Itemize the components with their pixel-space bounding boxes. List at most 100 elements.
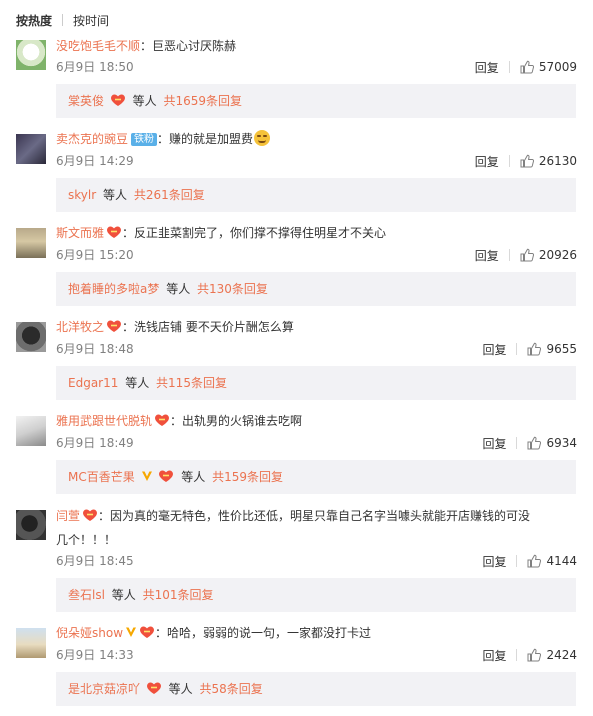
like-count: 20926 [538,248,577,262]
reply-total-link[interactable]: 共261条回复 [134,188,205,202]
username-link[interactable]: 闫萱 [56,509,80,523]
gold-v-icon [141,461,153,481]
timestamp: 6月9日 14:29 [56,154,134,168]
reply-preview[interactable]: 是北京菇凉吖 等人 共58条回复 [56,672,576,706]
reply-button[interactable]: 回复 [482,647,506,664]
sort-by-time-tab[interactable]: 按时间 [73,12,109,29]
comment-line: 北洋牧之 ：洗钱店铺 要不天价片酬怎么算 [56,318,294,336]
reply-username-link[interactable]: Edgar11 [68,376,118,390]
thumb-up-icon [527,342,542,356]
reply-preview[interactable]: skylr 等人 共261条回复 [56,178,576,212]
reply-total-link[interactable]: 共101条回复 [143,588,214,602]
reply-others-text: 等人 [166,282,191,296]
sort-divider [62,14,64,26]
reply-preview[interactable]: MC百香芒果 等人 共159条回复 [56,460,576,494]
like-count: 2424 [546,648,577,662]
avatar[interactable] [16,322,46,352]
reply-button[interactable]: 回复 [475,247,499,264]
like-button[interactable]: 26130 [520,154,577,168]
comment-text: 出轨男的火锅谁去吃啊 [182,414,303,428]
avatar[interactable] [16,228,46,258]
heart-badge-icon [106,319,122,333]
username-link[interactable]: 没吃饱毛毛不顺 [56,39,140,53]
username-link[interactable]: 北洋牧之 [56,320,104,334]
reply-total-link[interactable]: 共159条回复 [212,470,283,484]
comment-meta: 6月9日 15:20 回复 20926 [56,246,577,264]
username-link[interactable]: 雅用武跟世代脱轨 [56,414,152,428]
thumb-up-icon [527,648,542,662]
heart-badge-icon [154,413,170,427]
reply-preview[interactable]: 叁石lsl 等人 共101条回复 [56,578,576,612]
reply-total-link[interactable]: 共1659条回复 [164,94,243,108]
reply-total-link[interactable]: 共130条回复 [197,282,268,296]
comment-text: 洗钱店铺 要不天价片酬怎么算 [134,320,294,334]
avatar[interactable] [16,134,46,164]
reply-username-link[interactable]: 棠英俊 [68,94,104,108]
reply-button[interactable]: 回复 [482,341,506,358]
comment-text: 哈哈，弱弱的说一句，一家都没打卡过 [167,626,372,640]
heart-badge-icon [146,681,162,695]
action-divider [516,555,518,567]
timestamp: 6月9日 18:45 [56,554,134,568]
reply-button[interactable]: 回复 [475,59,499,76]
colon-text: ： [122,226,135,240]
colon-text: ： [122,320,135,334]
reply-preview[interactable]: 抱着睡的多啦a梦 等人 共130条回复 [56,272,576,306]
reply-username-link[interactable]: MC百香芒果 [68,470,135,484]
comment-line: 倪朵娅show ：哈哈，弱弱的说一句，一家都没打卡过 [56,624,371,642]
comment-line: 斯文而雅 ：反正韭菜割完了，你们撑不撑得住明星才不关心 [56,224,386,242]
like-count: 26130 [538,154,577,168]
comment-actions: 回复 9655 [482,340,577,358]
heart-badge-icon [110,93,126,107]
comment-actions: 回复 2424 [482,646,577,664]
avatar[interactable] [16,416,46,446]
thumb-up-icon [520,248,534,262]
reply-username-link[interactable]: 是北京菇凉吖 [68,682,140,696]
reply-others-text: 等人 [181,470,206,484]
gold-v-icon [125,625,137,637]
comment-actions: 回复 26130 [475,152,577,170]
like-button[interactable]: 57009 [520,60,577,74]
comment-meta: 6月9日 18:50 回复 57009 [56,58,577,76]
like-button[interactable]: 6934 [527,436,577,450]
like-button[interactable]: 4144 [527,554,577,568]
reply-button[interactable]: 回复 [482,435,506,452]
heart-badge-icon [139,625,155,639]
colon-text: ： [140,39,153,53]
colon-text: ： [170,414,183,428]
reply-preview[interactable]: 棠英俊 等人 共1659条回复 [56,84,576,118]
reply-total-link[interactable]: 共115条回复 [156,376,227,390]
avatar[interactable] [16,510,46,540]
username-link[interactable]: 斯文而雅 [56,226,104,240]
like-button[interactable]: 20926 [520,248,577,262]
avatar[interactable] [16,628,46,658]
username-link[interactable]: 倪朵娅show [56,626,123,640]
sort-bar: 按热度 按时间 [16,11,109,29]
reply-username-link[interactable]: 叁石lsl [68,588,105,602]
sort-by-hot-tab[interactable]: 按热度 [16,12,52,29]
reply-button[interactable]: 回复 [475,153,499,170]
comment-actions: 回复 6934 [482,434,577,452]
comment-line: 没吃饱毛毛不顺：巨恶心讨厌陈赫 [56,37,236,55]
comment-meta: 6月9日 18:45 回复 4144 [56,552,577,570]
like-button[interactable]: 2424 [527,648,577,662]
timestamp: 6月9日 18:50 [56,60,134,74]
action-divider [508,155,510,167]
username-link[interactable]: 卖杰克的豌豆 [56,132,128,146]
reply-preview[interactable]: Edgar11 等人 共115条回复 [56,366,576,400]
like-button[interactable]: 9655 [527,342,577,356]
action-divider [508,61,510,73]
comment-text: 因为真的毫无特色，性价比还低，明星只靠自己名字当噱头就能开店赚钱的可没几个！！！ [56,509,531,547]
like-count: 6934 [546,436,577,450]
reply-username-link[interactable]: skylr [68,188,96,202]
reply-button[interactable]: 回复 [482,553,506,570]
avatar[interactable] [16,40,46,70]
comment-meta: 6月9日 18:49 回复 6934 [56,434,577,452]
thumb-up-icon [527,554,542,568]
timestamp: 6月9日 14:33 [56,648,134,662]
reply-username-link[interactable]: 抱着睡的多啦a梦 [68,282,159,296]
comment-actions: 回复 57009 [475,58,577,76]
fan-badge: 铁粉 [131,133,158,146]
reply-total-link[interactable]: 共58条回复 [200,682,263,696]
action-divider [516,649,518,661]
